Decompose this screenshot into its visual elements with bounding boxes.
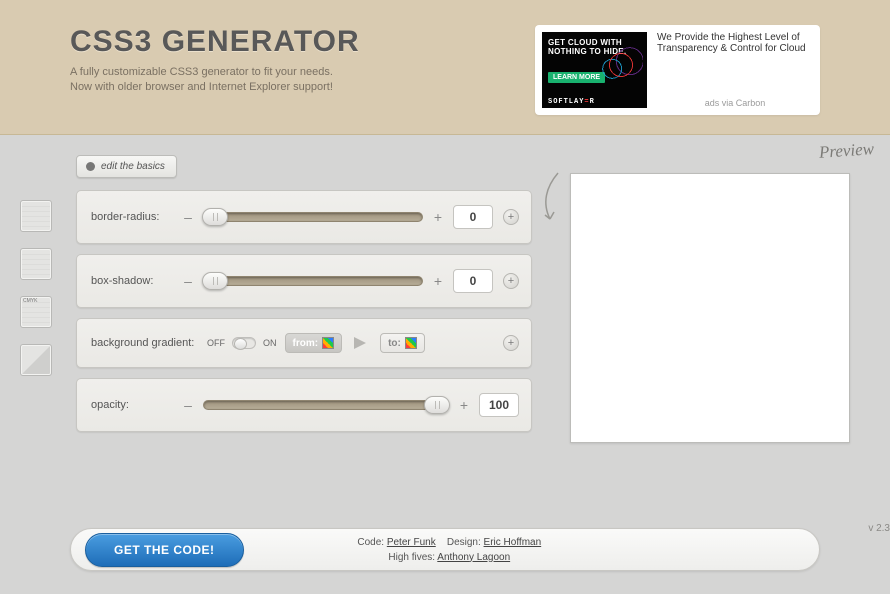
ad-logo: SOFTLAY=R bbox=[548, 98, 641, 106]
opacity-panel: opacity: – + 100 bbox=[76, 378, 532, 432]
gradient-panel: background gradient: OFF ON from: to: + bbox=[76, 318, 532, 368]
to-label: to: bbox=[388, 338, 401, 349]
arrow-drawn-icon bbox=[536, 169, 570, 229]
ad-right: We Provide the Highest Level of Transpar… bbox=[657, 32, 813, 108]
plus-icon[interactable]: + bbox=[433, 273, 443, 289]
page-title: CSS3 GENERATOR bbox=[70, 25, 360, 59]
border-radius-slider[interactable] bbox=[203, 212, 423, 222]
off-label: OFF bbox=[207, 338, 225, 348]
opacity-label: opacity: bbox=[91, 399, 173, 411]
ad-attribution[interactable]: ads via Carbon bbox=[657, 98, 813, 108]
highfives-label: High fives: bbox=[388, 552, 435, 563]
gradient-toggle[interactable] bbox=[232, 337, 256, 349]
tagline-line1: A fully customizable CSS3 generator to f… bbox=[70, 66, 333, 78]
code-label: Code: bbox=[357, 537, 384, 548]
expand-button[interactable]: + bbox=[503, 273, 519, 289]
color-swatch-icon bbox=[322, 337, 334, 349]
color-swatch-icon bbox=[405, 337, 417, 349]
minus-icon[interactable]: – bbox=[183, 397, 193, 413]
opacity-value[interactable]: 100 bbox=[479, 393, 519, 417]
arrow-right-icon bbox=[354, 337, 366, 349]
expand-button[interactable]: + bbox=[503, 209, 519, 225]
gradient-label: background gradient: bbox=[91, 337, 199, 349]
border-radius-value[interactable]: 0 bbox=[453, 205, 493, 229]
title-block: CSS3 GENERATOR A fully customizable CSS3… bbox=[70, 25, 360, 134]
ad-logo-prefix: SOFTLAY bbox=[548, 98, 584, 106]
design-label: Design: bbox=[447, 537, 481, 548]
slider-thumb[interactable] bbox=[202, 208, 228, 226]
controls-column: edit the basics border-radius: – + 0 + b… bbox=[76, 155, 532, 443]
tagline: A fully customizable CSS3 generator to f… bbox=[70, 65, 360, 96]
minus-icon[interactable]: – bbox=[183, 209, 193, 225]
gear-icon bbox=[86, 162, 95, 171]
edit-basics-button[interactable]: edit the basics bbox=[76, 155, 177, 178]
header: CSS3 GENERATOR A fully customizable CSS3… bbox=[0, 0, 890, 135]
plus-icon[interactable]: + bbox=[433, 209, 443, 225]
design-author-link[interactable]: Eric Hoffman bbox=[484, 537, 542, 548]
minus-icon[interactable]: – bbox=[183, 273, 193, 289]
ad-headline: GET CLOUD WITH NOTHING TO HIDE. bbox=[548, 38, 641, 56]
code-author-link[interactable]: Peter Funk bbox=[387, 537, 436, 548]
gradient-icon[interactable] bbox=[20, 296, 52, 328]
preview-box bbox=[570, 173, 850, 443]
slider-thumb[interactable] bbox=[424, 396, 450, 414]
edit-basics-label: edit the basics bbox=[101, 161, 165, 172]
opacity-icon[interactable] bbox=[20, 344, 52, 376]
ad-logo-suffix: R bbox=[590, 98, 595, 106]
footer-bar: GET THE CODE! Code: Peter Funk Design: E… bbox=[70, 528, 820, 571]
on-label: ON bbox=[263, 338, 277, 348]
box-shadow-value[interactable]: 0 bbox=[453, 269, 493, 293]
ad-copy: We Provide the Highest Level of Transpar… bbox=[657, 32, 813, 54]
ad-card[interactable]: GET CLOUD WITH NOTHING TO HIDE. LEARN MO… bbox=[535, 25, 820, 115]
tagline-line2: Now with older browser and Internet Expl… bbox=[70, 81, 333, 93]
preview-column: Preview bbox=[550, 155, 870, 443]
preview-label: Preview bbox=[818, 139, 874, 163]
opacity-slider[interactable] bbox=[203, 400, 449, 410]
border-radius-label: border-radius: bbox=[91, 211, 173, 223]
slider-thumb[interactable] bbox=[202, 272, 228, 290]
border-radius-icon[interactable] bbox=[20, 200, 52, 232]
gradient-from-button[interactable]: from: bbox=[285, 333, 343, 353]
box-shadow-slider[interactable] bbox=[203, 276, 423, 286]
from-label: from: bbox=[293, 338, 319, 349]
border-radius-panel: border-radius: – + 0 + bbox=[76, 190, 532, 244]
gradient-toggle-group: OFF ON bbox=[207, 337, 277, 349]
credits: Code: Peter Funk Design: Eric Hoffman Hi… bbox=[262, 535, 637, 565]
get-code-button[interactable]: GET THE CODE! bbox=[85, 533, 244, 567]
main: edit the basics border-radius: – + 0 + b… bbox=[0, 135, 890, 594]
side-rail bbox=[20, 155, 58, 443]
expand-button[interactable]: + bbox=[503, 335, 519, 351]
version-label: v 2.3 bbox=[868, 523, 890, 534]
ad-banner[interactable]: GET CLOUD WITH NOTHING TO HIDE. LEARN MO… bbox=[542, 32, 647, 108]
box-shadow-label: box-shadow: bbox=[91, 275, 173, 287]
box-shadow-panel: box-shadow: – + 0 + bbox=[76, 254, 532, 308]
gradient-to-button[interactable]: to: bbox=[380, 333, 425, 353]
plus-icon[interactable]: + bbox=[459, 397, 469, 413]
box-shadow-icon[interactable] bbox=[20, 248, 52, 280]
ad-learn-more-button[interactable]: LEARN MORE bbox=[548, 72, 605, 83]
highfives-author-link[interactable]: Anthony Lagoon bbox=[437, 552, 510, 563]
